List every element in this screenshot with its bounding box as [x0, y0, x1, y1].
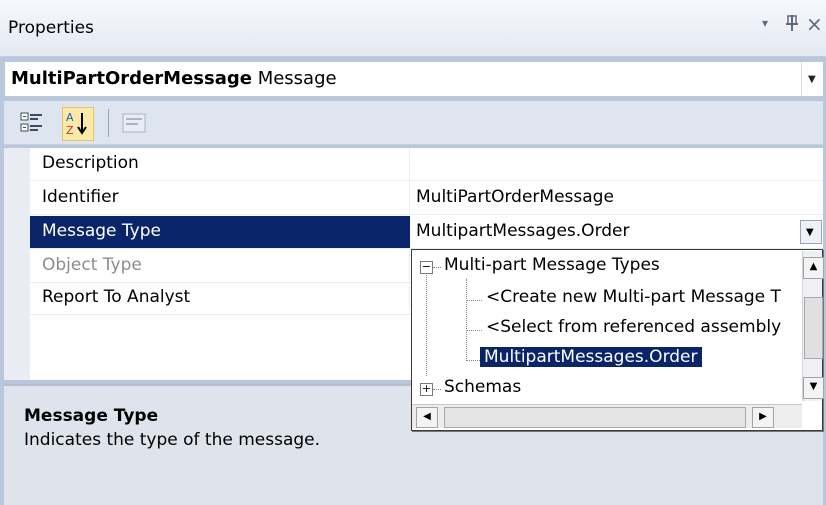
- property-name: Description: [42, 153, 139, 173]
- property-value[interactable]: MultiPartOrderMessage: [416, 187, 614, 207]
- property-name: Identifier: [42, 187, 119, 207]
- scrollbar-thumb[interactable]: [804, 297, 823, 359]
- message-type-dropdown-tree[interactable]: − Multi-part Message Types <Create new M…: [411, 249, 824, 431]
- grid-gutter: [4, 148, 30, 380]
- tree-item-multipartmessages-order[interactable]: MultipartMessages.Order: [480, 347, 702, 367]
- tree-item-select-referenced[interactable]: <Select from referenced assembly: [486, 317, 781, 337]
- description-text: Indicates the type of the message.: [24, 430, 321, 450]
- svg-text:Z: Z: [66, 124, 74, 137]
- object-selector-label: MultiPartOrderMessage Message: [11, 68, 337, 89]
- scroll-up-icon[interactable]: ▲: [803, 257, 824, 279]
- toolbar-separator: [108, 109, 109, 137]
- tree-root-schemas[interactable]: Schemas: [444, 377, 521, 397]
- window-position-dropdown-icon[interactable]: ▾: [762, 16, 768, 30]
- scrollbar-thumb[interactable]: [444, 407, 746, 428]
- object-selector-dropdown-button[interactable]: ▼: [801, 62, 823, 96]
- panel-title: Properties: [8, 18, 94, 38]
- description-title: Message Type: [24, 406, 159, 426]
- object-name: MultiPartOrderMessage: [11, 68, 252, 89]
- categorized-icon: [20, 112, 42, 132]
- property-name: Report To Analyst: [42, 287, 191, 307]
- property-row-message-type[interactable]: Message Type MultipartMessages.Order: [30, 216, 823, 249]
- property-pages-icon: [122, 113, 146, 133]
- pin-icon-graphic: [786, 15, 798, 31]
- scroll-right-icon[interactable]: ▶: [752, 407, 774, 428]
- tree-root-multipart-message-types[interactable]: Multi-part Message Types: [444, 255, 660, 275]
- property-name: Message Type: [42, 221, 161, 241]
- scroll-left-icon[interactable]: ◀: [416, 407, 438, 428]
- tree-line: [466, 360, 480, 361]
- property-name: Object Type: [42, 255, 142, 275]
- properties-title-bar: Properties ▾ ×: [0, 0, 826, 57]
- alphabetical-sort-icon: A Z: [66, 111, 87, 137]
- property-row-description[interactable]: Description: [30, 148, 823, 181]
- property-value[interactable]: MultipartMessages.Order: [416, 221, 630, 241]
- svg-text:A: A: [66, 111, 74, 124]
- object-type: Message: [257, 68, 337, 89]
- categorized-button[interactable]: [18, 107, 48, 139]
- tree-line: [466, 279, 467, 361]
- property-pages-button[interactable]: [119, 107, 149, 139]
- tree-item-create-new[interactable]: <Create new Multi-part Message T: [486, 287, 781, 307]
- tree-line: [433, 267, 441, 268]
- scroll-down-icon[interactable]: ▼: [803, 377, 824, 399]
- pin-icon[interactable]: [785, 14, 799, 37]
- expand-icon[interactable]: +: [420, 383, 433, 396]
- chevron-down-icon: ▼: [808, 74, 816, 85]
- properties-toolbar: A Z: [4, 101, 823, 145]
- tree-line: [433, 389, 441, 390]
- vertical-scrollbar[interactable]: ▲ ▼: [802, 251, 824, 401]
- value-dropdown-button[interactable]: ▼: [800, 220, 822, 244]
- horizontal-scrollbar[interactable]: ◀ ▶: [412, 404, 802, 428]
- alphabetical-button[interactable]: A Z: [62, 107, 94, 141]
- chevron-down-icon: ▼: [806, 227, 814, 238]
- tree-line: [466, 300, 482, 301]
- close-icon[interactable]: ×: [806, 12, 823, 36]
- object-selector[interactable]: MultiPartOrderMessage Message ▼: [4, 61, 823, 97]
- property-row-identifier[interactable]: Identifier MultiPartOrderMessage: [30, 182, 823, 215]
- tree-line: [466, 330, 482, 331]
- tree-line: [426, 273, 427, 376]
